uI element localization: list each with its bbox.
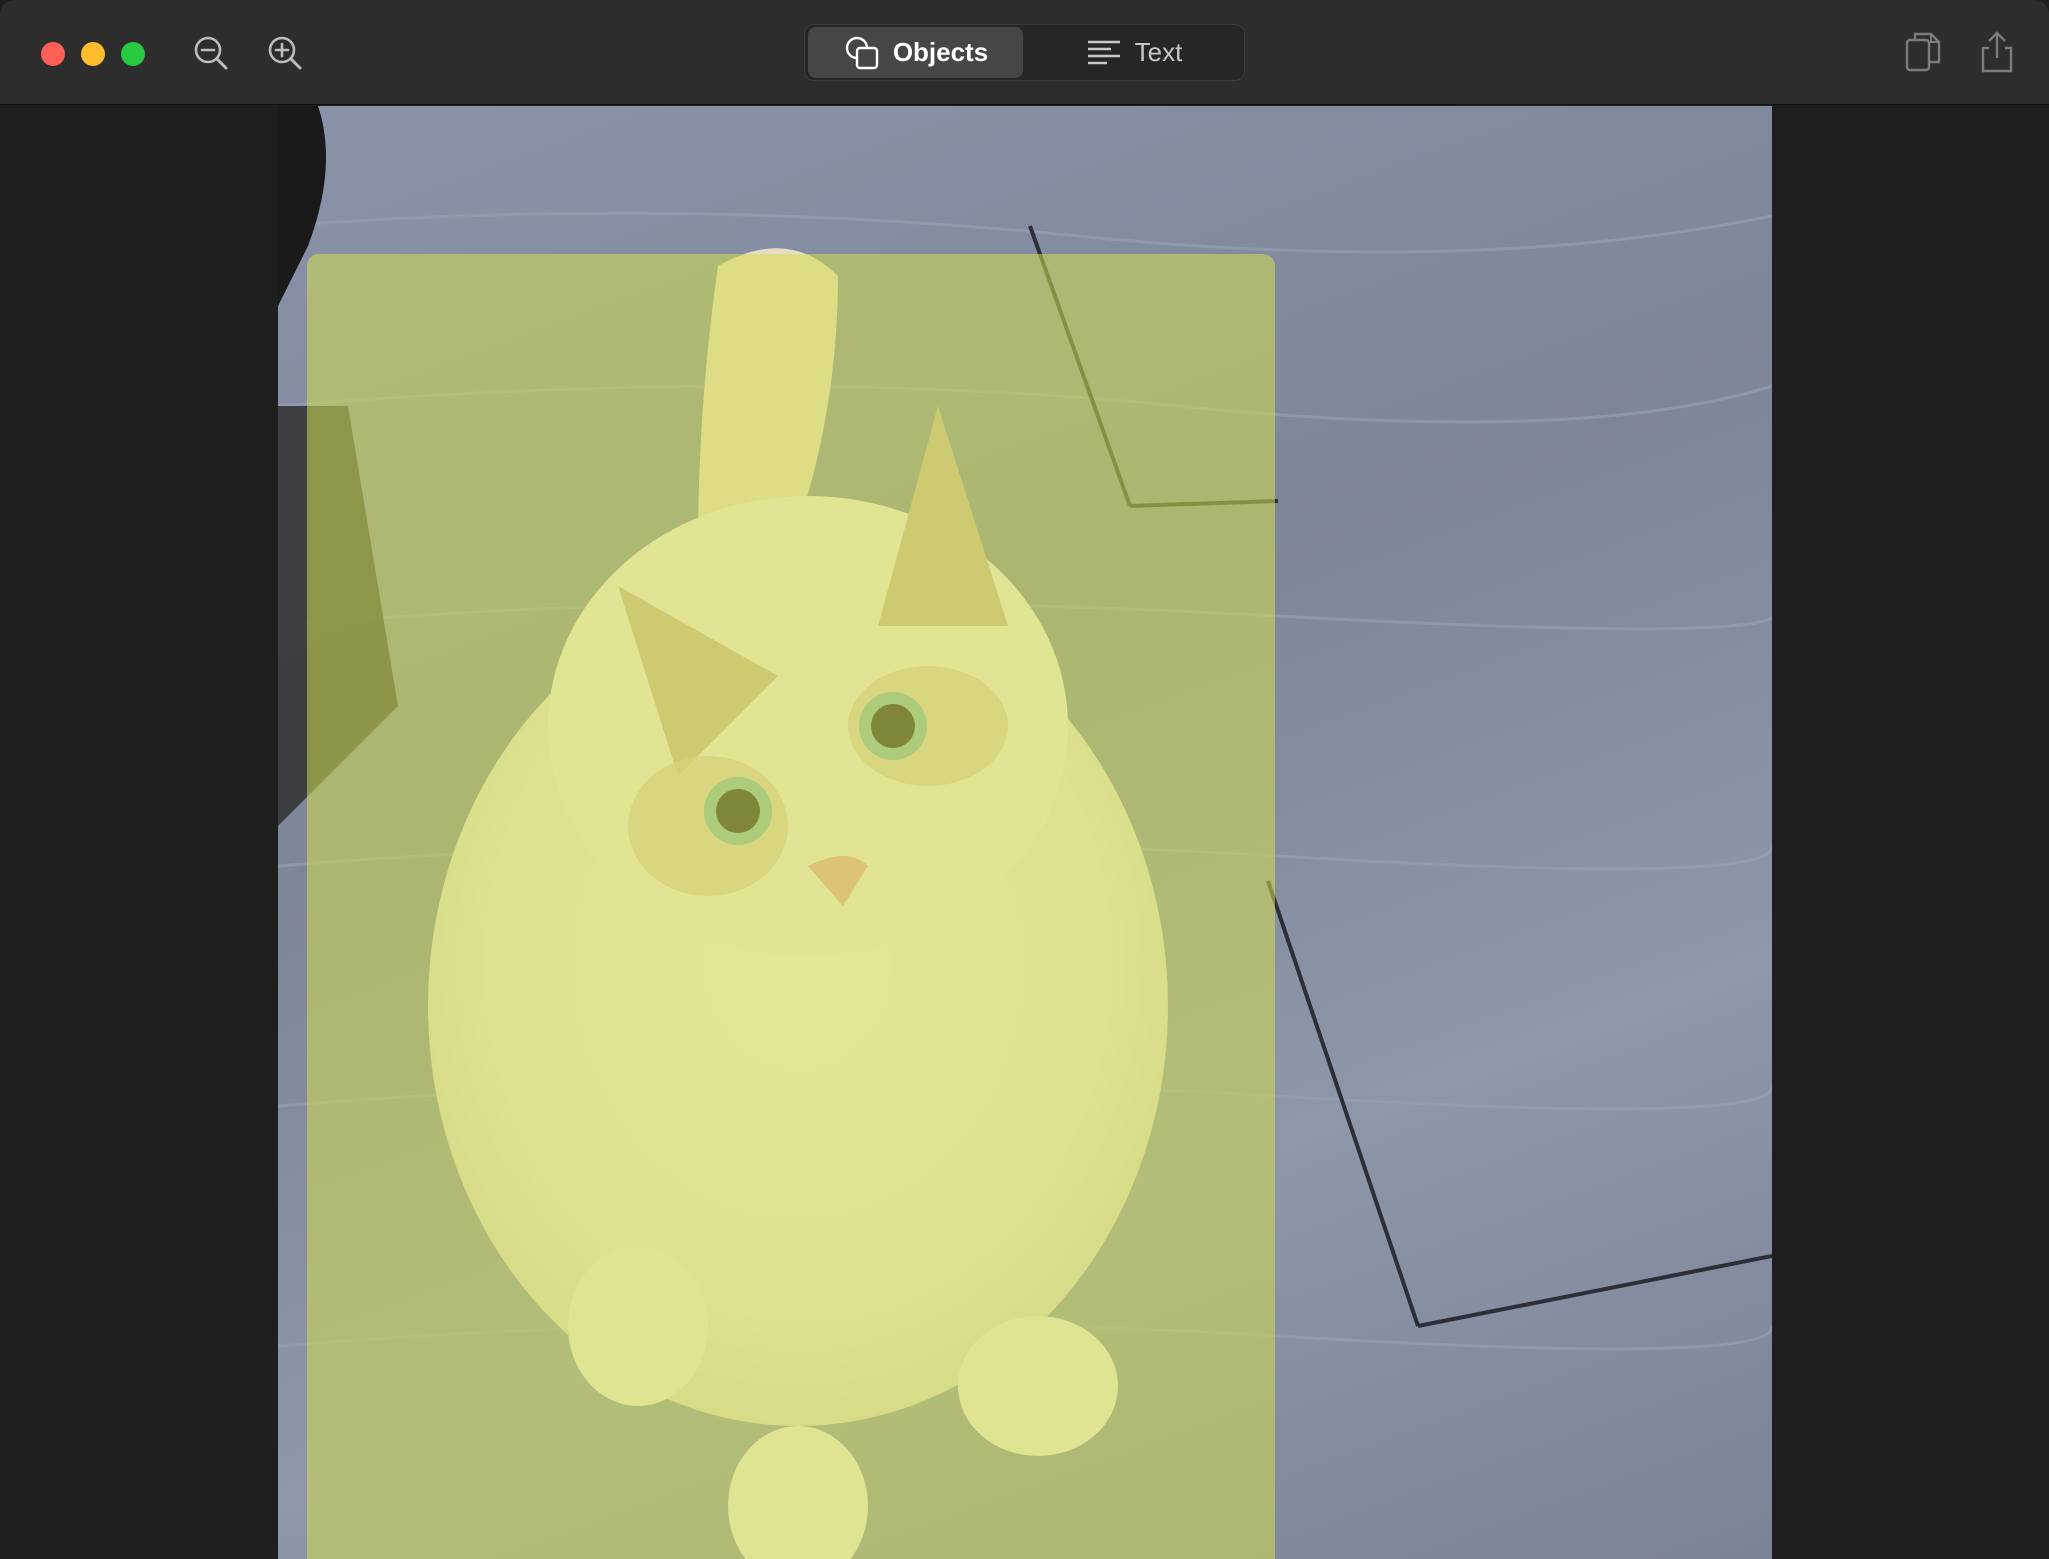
zoom-out-icon[interactable] <box>191 33 231 73</box>
tab-objects[interactable]: Objects <box>808 27 1023 78</box>
tab-text-label: Text <box>1134 37 1183 67</box>
detected-object-highlight[interactable] <box>307 254 1275 1559</box>
mode-segmented-control: Objects Text <box>804 24 1245 81</box>
app-window: Objects Text <box>0 0 2049 1559</box>
toolbar: Objects Text <box>0 0 2049 105</box>
tab-text[interactable]: Text <box>1025 27 1242 78</box>
minimize-window-button[interactable] <box>81 42 105 66</box>
cat-photo <box>278 106 1772 1559</box>
share-icon[interactable] <box>1977 30 2017 74</box>
objects-icon <box>843 34 881 72</box>
image-canvas <box>0 106 2049 1559</box>
close-window-button[interactable] <box>41 42 65 66</box>
tab-objects-label: Objects <box>892 37 989 67</box>
copy-icon[interactable] <box>1903 30 1943 74</box>
text-lines-icon <box>1085 34 1123 72</box>
zoom-window-button[interactable] <box>121 42 145 66</box>
zoom-in-icon[interactable] <box>265 33 305 73</box>
